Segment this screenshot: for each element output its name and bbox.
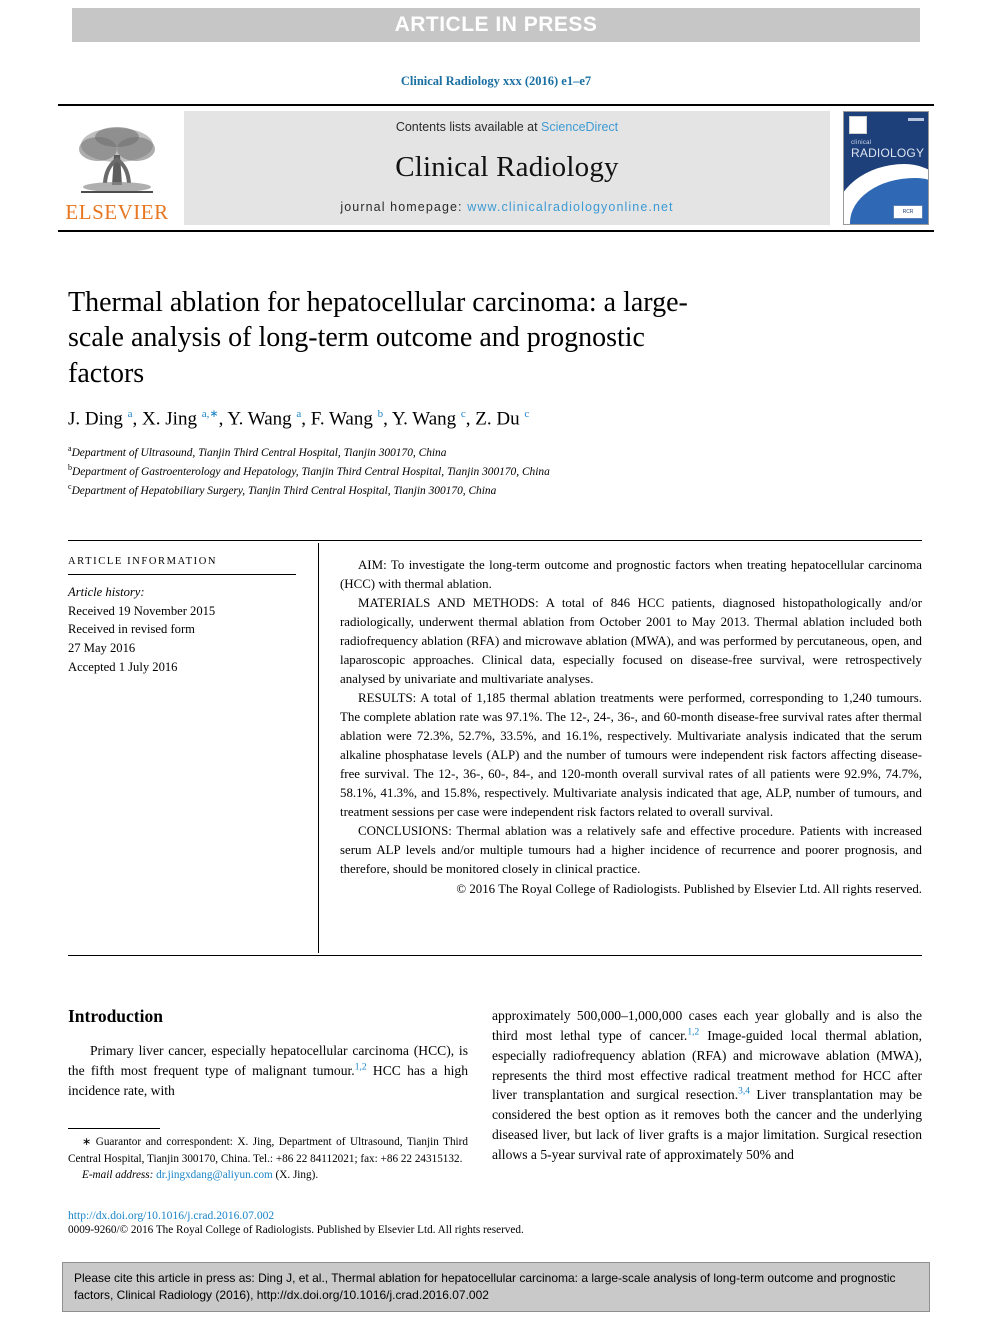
abstract-top-rule	[68, 540, 922, 541]
body-column-left: Introduction Primary liver cancer, espec…	[68, 1006, 468, 1101]
abstract-results: RESULTS: A total of 1,185 thermal ablati…	[340, 690, 922, 819]
citation-notice-box: Please cite this article in press as: Di…	[62, 1262, 930, 1312]
article-history-line: Received in revised form	[68, 622, 195, 637]
article-history-line: Accepted 1 July 2016	[68, 659, 178, 674]
corresponding-author-note: ∗ Guarantor and correspondent: X. Jing, …	[68, 1136, 468, 1165]
footnote-separator-rule	[68, 1128, 160, 1129]
abstract-aim: AIM: To investigate the long-term outcom…	[340, 558, 922, 591]
article-history-line: 27 May 2016	[68, 640, 136, 655]
journal-homepage-link[interactable]: www.clinicalradiologyonline.net	[467, 200, 673, 214]
email-label: E-mail address:	[82, 1169, 154, 1182]
sciencedirect-link[interactable]: ScienceDirect	[541, 120, 618, 134]
issn-copyright-line: 0009-9260/© 2016 The Royal College of Ra…	[68, 1224, 524, 1237]
affiliation-item: aDepartment of Ultrasound, Tianjin Third…	[68, 443, 708, 462]
cover-society-badge: RCR	[893, 205, 923, 219]
article-information-block: ARTICLE INFORMATION Article history: Rec…	[68, 556, 296, 676]
abstract-materials-and-methods: MATERIALS AND METHODS: A total of 846 HC…	[340, 595, 922, 686]
journal-homepage-line: journal homepage: www.clinicalradiologyo…	[340, 200, 673, 214]
paper-title: Thermal ablation for hepatocellular carc…	[68, 287, 688, 389]
affiliation-text: Department of Gastroenterology and Hepat…	[72, 465, 550, 478]
affiliation-item: bDepartment of Gastroenterology and Hepa…	[68, 462, 708, 481]
author-list: J. Ding a, X. Jing a,∗, Y. Wang a, F. Wa…	[68, 407, 530, 430]
email-note: E-mail address: dr.jingxdang@aliyun.com …	[68, 1167, 468, 1183]
email-link[interactable]: dr.jingxdang@aliyun.com	[156, 1169, 273, 1181]
doi-block: http://dx.doi.org/10.1016/j.crad.2016.07…	[68, 1208, 628, 1238]
article-in-press-banner: ARTICLE IN PRESS	[72, 8, 920, 42]
affiliation-text: Department of Ultrasound, Tianjin Third …	[71, 446, 447, 459]
article-history-line: Received 19 November 2015	[68, 603, 216, 618]
abstract-block: AIM: To investigate the long-term outcom…	[340, 556, 922, 899]
cover-elsevier-icon	[849, 116, 867, 134]
journal-title: Clinical Radiology	[395, 150, 619, 183]
affiliation-item: cDepartment of Hepatobiliary Surgery, Ti…	[68, 481, 708, 500]
introduction-heading: Introduction	[68, 1006, 163, 1026]
journal-masthead: ELSEVIER Contents lists available at Sci…	[58, 104, 934, 232]
contents-lists-line: Contents lists available at ScienceDirec…	[396, 120, 618, 134]
doi-link[interactable]: http://dx.doi.org/10.1016/j.crad.2016.07…	[68, 1208, 628, 1223]
article-in-press-label: ARTICLE IN PRESS	[394, 13, 598, 36]
elsevier-tree-icon	[79, 127, 155, 193]
citation-notice-text: Please cite this article in press as: Di…	[74, 1271, 896, 1303]
article-information-heading: ARTICLE INFORMATION	[68, 556, 218, 567]
abstract-vertical-rule	[318, 543, 319, 953]
body-column-right: approximately 500,000–1,000,000 cases ea…	[492, 1006, 922, 1165]
cover-image: clinical RADIOLOGY RCR	[843, 111, 929, 225]
introduction-paragraph-left: Primary liver cancer, especially hepatoc…	[68, 1043, 468, 1098]
cover-title-large: RADIOLOGY	[851, 146, 925, 160]
masthead-center-panel: Contents lists available at ScienceDirec…	[184, 111, 830, 225]
abstract-bottom-rule	[68, 955, 922, 956]
email-suffix: (X. Jing).	[275, 1169, 319, 1182]
title-block: Thermal ablation for hepatocellular carc…	[68, 285, 708, 500]
contents-lists-prefix: Contents lists available at	[395, 120, 542, 134]
cover-badge-label: RCR	[902, 209, 914, 215]
introduction-paragraph-right: approximately 500,000–1,000,000 cases ea…	[492, 1008, 922, 1162]
cover-tag	[908, 118, 924, 121]
journal-cover-thumbnail[interactable]: clinical RADIOLOGY RCR	[838, 111, 934, 225]
article-information-rule	[68, 574, 296, 575]
elsevier-wordmark: ELSEVIER	[65, 200, 169, 224]
homepage-prefix: journal homepage:	[340, 200, 468, 214]
footnotes-block: ∗ Guarantor and correspondent: X. Jing, …	[68, 1134, 468, 1183]
affiliation-list: aDepartment of Ultrasound, Tianjin Third…	[68, 443, 708, 500]
abstract-copyright: © 2016 The Royal College of Radiologists…	[456, 882, 922, 897]
affiliation-text: Department of Hepatobiliary Surgery, Tia…	[71, 484, 497, 497]
abstract-conclusions: CONCLUSIONS: Thermal ablation was a rela…	[340, 823, 922, 876]
running-head: Clinical Radiology xxx (2016) e1–e7	[400, 74, 592, 88]
elsevier-logo: ELSEVIER	[58, 111, 176, 225]
article-history-label: Article history:	[68, 585, 145, 599]
